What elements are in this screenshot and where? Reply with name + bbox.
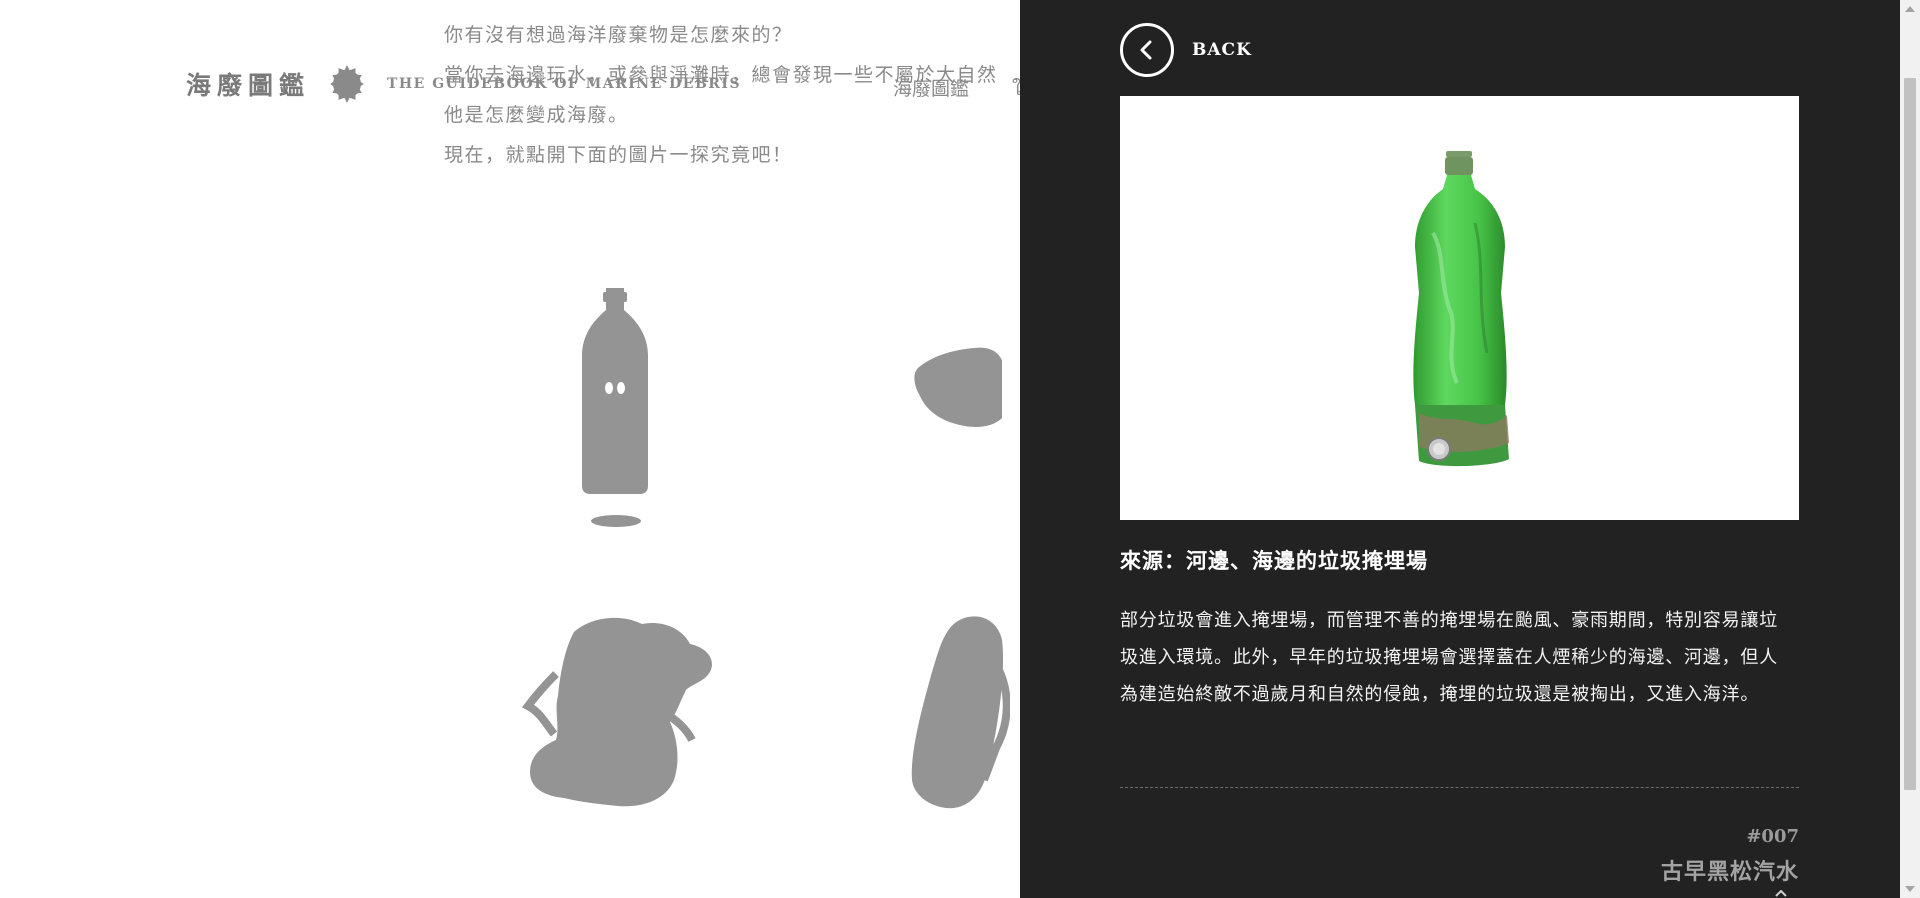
- nav-link-guidebook[interactable]: 海廢圖鑑: [893, 74, 969, 101]
- item-name: 古早黑松汽水: [1660, 860, 1799, 885]
- backpack-silhouette-icon[interactable]: [516, 616, 716, 810]
- chevron-left-glyph: [1140, 40, 1152, 60]
- back-label[interactable]: BACK: [1192, 40, 1252, 60]
- item-number: #007: [1746, 826, 1799, 847]
- flip-flop-silhouette-icon[interactable]: [906, 612, 1010, 812]
- bottle-silhouette-icon[interactable]: [578, 288, 652, 530]
- source-title: 來源：河邊、海邊的垃圾掩埋場: [1120, 549, 1428, 573]
- item-description: 部分垃圾會進入掩埋場，而管理不善的掩埋場在颱風、豪雨期間，特別容易讓垃圾進入環境…: [1120, 610, 1778, 705]
- vertical-scrollbar[interactable]: [1900, 0, 1920, 898]
- divider: [1120, 787, 1799, 788]
- fabric-silhouette-icon[interactable]: [912, 346, 1002, 430]
- scroll-thumb[interactable]: [1904, 78, 1916, 790]
- background-page: 你有沒有想過海洋廢棄物是怎麼來的？ 當你去海邊玩水，或參與淨灘時，總會發現一些不…: [0, 0, 1020, 898]
- item-photo: [1120, 96, 1799, 520]
- site-logo-title[interactable]: 海廢圖鑑: [186, 66, 310, 102]
- back-button[interactable]: BACK: [1120, 23, 1252, 77]
- intro-line: 你有沒有想過海洋廢棄物是怎麼來的？: [444, 24, 793, 46]
- chevron-down-icon[interactable]: [1775, 890, 1787, 898]
- sun-badge-icon: [330, 65, 364, 103]
- chevron-left-icon[interactable]: [1120, 23, 1174, 77]
- scroll-down-arrow-icon[interactable]: [1905, 886, 1915, 892]
- detail-drawer: BACK 來源：河邊、海邊的垃圾掩埋場 部分垃圾會進入掩埋場，而管理不善的掩埋場…: [1020, 0, 1900, 898]
- scroll-up-arrow-icon[interactable]: [1905, 6, 1915, 12]
- intro-line: 現在，就點開下面的圖片一探究竟吧！: [444, 144, 793, 166]
- intro-line: 他是怎麼變成海廢。: [444, 104, 629, 126]
- green-plastic-bottle-photo: [1412, 151, 1509, 467]
- site-logo-subtitle: THE GUIDEBOOK OF MARINE DEBRIS: [387, 76, 742, 92]
- nav-link-cut-off[interactable]: ใ: [1012, 74, 1020, 104]
